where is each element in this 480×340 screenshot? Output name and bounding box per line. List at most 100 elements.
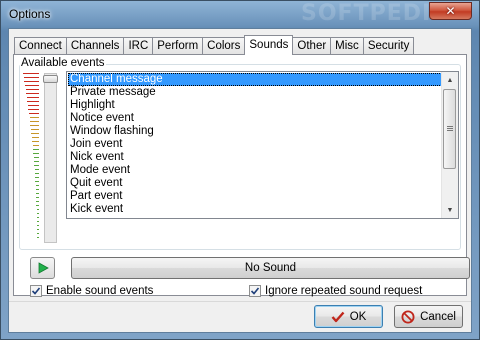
volume-level-bar — [37, 233, 39, 234]
volume-level-bar — [35, 177, 39, 178]
event-item[interactable]: Nick event — [68, 151, 442, 164]
window-title: Options — [9, 7, 51, 21]
grip-line — [447, 130, 453, 131]
enable-sound-events-checkbox[interactable] — [30, 285, 42, 297]
volume-slider-track[interactable] — [44, 73, 57, 243]
volume-level-bar — [31, 133, 39, 134]
tab-misc[interactable]: Misc — [330, 37, 364, 54]
enable-sound-events-row[interactable]: Enable sound events — [30, 285, 153, 297]
tab-security[interactable]: Security — [362, 37, 415, 54]
tab-strip: Connect Channels IRC Perform Colors Soun… — [14, 35, 415, 55]
tab-irc[interactable]: IRC — [123, 37, 154, 54]
ignore-repeated-row[interactable]: Ignore repeated sound request — [249, 285, 422, 297]
volume-level-bar — [34, 157, 39, 158]
events-scrollbar[interactable]: ▲ ▼ — [441, 72, 458, 218]
volume-level-bar — [36, 189, 39, 190]
volume-level-bar — [37, 221, 39, 222]
volume-level-bar — [32, 137, 39, 138]
title-bar[interactable]: Options SOFTPEDIA ✕ — [1, 1, 479, 28]
checkmark-icon — [250, 287, 260, 295]
event-item[interactable]: Kick event — [68, 203, 442, 216]
volume-level-bar — [26, 89, 39, 90]
volume-level-bar — [33, 145, 39, 146]
close-button[interactable]: ✕ — [429, 2, 472, 20]
play-sound-button[interactable] — [30, 257, 55, 279]
volume-level-bar — [33, 149, 39, 150]
scroll-down-button[interactable]: ▼ — [442, 202, 458, 218]
event-item[interactable]: Part event — [68, 190, 442, 203]
play-icon — [38, 262, 49, 274]
volume-level-bar — [32, 141, 39, 142]
watermark: SOFTPEDIA — [301, 1, 450, 26]
volume-level-bar — [30, 121, 39, 122]
dialog-client: Connect Channels IRC Perform Colors Soun… — [8, 28, 472, 333]
tab-connect[interactable]: Connect — [14, 37, 67, 54]
cancel-label: Cancel — [420, 310, 456, 323]
cancel-icon — [401, 310, 415, 324]
volume-level-bar — [37, 213, 39, 214]
sounds-panel: Available events Channel message Private … — [13, 54, 470, 297]
volume-level-bar — [24, 81, 39, 82]
volume-level-bar — [30, 117, 39, 118]
ok-label: OK — [349, 310, 367, 323]
volume-level-bar — [29, 113, 39, 114]
event-item[interactable]: Highlight — [68, 99, 442, 112]
volume-level-bar — [36, 185, 39, 186]
volume-level-bar — [37, 209, 39, 210]
volume-level-bar — [25, 85, 39, 86]
tab-perform[interactable]: Perform — [152, 37, 204, 54]
scroll-up-button[interactable]: ▲ — [442, 72, 458, 88]
sound-file-button[interactable]: No Sound — [71, 257, 470, 279]
volume-level-bar — [31, 129, 39, 130]
grip-line — [447, 126, 453, 127]
tab-other[interactable]: Other — [292, 37, 332, 54]
event-item[interactable]: Window flashing — [68, 125, 442, 138]
volume-level-bar — [34, 161, 39, 162]
ignore-repeated-label: Ignore repeated sound request — [265, 285, 423, 297]
footer-divider — [9, 301, 471, 302]
event-item[interactable]: Mode event — [68, 164, 442, 177]
checkmark-icon — [331, 311, 345, 323]
scroll-thumb[interactable] — [443, 89, 456, 169]
volume-level-bar — [34, 165, 39, 166]
volume-level-bar — [35, 173, 39, 174]
event-item[interactable]: Quit event — [68, 177, 442, 190]
volume-level-bar — [28, 105, 39, 106]
volume-level-bar — [37, 229, 39, 230]
volume-level-bar — [35, 169, 39, 170]
events-list: Channel message Private message Highlight N… — [68, 73, 442, 216]
checkmark-icon — [31, 287, 41, 295]
options-window: Options SOFTPEDIA ✕ Connect Channels IRC… — [0, 0, 480, 340]
volume-level-bar — [36, 205, 39, 206]
available-events-label: Available events — [20, 57, 106, 69]
event-item[interactable]: Join event — [68, 138, 442, 151]
ignore-repeated-checkbox[interactable] — [249, 285, 261, 297]
tab-sounds[interactable]: Sounds — [244, 35, 294, 55]
event-item[interactable]: Private message — [68, 86, 442, 99]
volume-slider-thumb[interactable] — [43, 75, 58, 83]
volume-level-bar — [37, 237, 39, 238]
arrow-down-icon: ▼ — [446, 206, 454, 214]
event-item[interactable]: Notice event — [68, 112, 442, 125]
volume-level-bar — [26, 93, 39, 94]
volume-control — [22, 73, 62, 247]
events-listbox[interactable]: Channel message Private message Highlight N… — [66, 71, 459, 219]
event-item[interactable]: Channel message — [68, 73, 442, 86]
volume-meter — [23, 73, 39, 243]
volume-level-bar — [27, 97, 39, 98]
volume-level-bar — [27, 101, 39, 102]
enable-sound-events-label: Enable sound events — [46, 285, 154, 297]
cancel-button[interactable]: Cancel — [394, 305, 463, 328]
arrow-up-icon: ▲ — [446, 76, 454, 84]
tab-colors[interactable]: Colors — [202, 37, 246, 54]
ok-button[interactable]: OK — [314, 305, 383, 328]
volume-level-bar — [37, 217, 39, 218]
volume-level-bar — [30, 125, 39, 126]
volume-level-bar — [36, 193, 39, 194]
grip-line — [447, 128, 453, 129]
volume-level-bar — [23, 73, 39, 74]
volume-level-bar — [35, 181, 39, 182]
tab-channels[interactable]: Channels — [65, 37, 125, 54]
volume-level-bar — [33, 153, 39, 154]
volume-level-bar — [37, 225, 39, 226]
